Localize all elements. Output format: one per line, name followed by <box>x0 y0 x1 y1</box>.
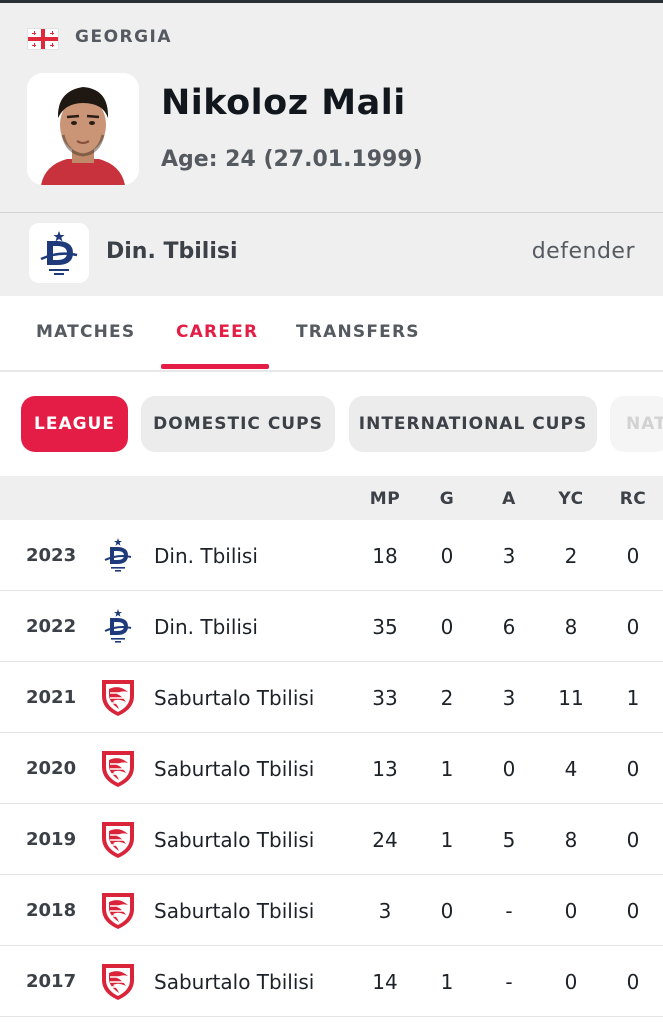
table-row[interactable]: 2020 Saburtalo Tbilisi 13 1 0 4 0 <box>0 733 663 804</box>
table-row[interactable]: 2017 Saburtalo Tbilisi 14 1 - 0 0 <box>0 946 663 1017</box>
cell-mp: 35 <box>372 615 398 639</box>
table-row[interactable]: 2019 Saburtalo Tbilisi 24 1 5 8 0 <box>0 804 663 875</box>
cell-g: 1 <box>440 970 454 994</box>
cell-a: - <box>505 970 513 994</box>
cell-a: 5 <box>502 828 516 852</box>
cell-club[interactable]: Saburtalo Tbilisi <box>154 970 314 994</box>
saburtalo-logo-icon <box>97 747 139 789</box>
cell-rc: 0 <box>626 828 640 852</box>
column-rc: RC <box>619 489 647 509</box>
filter-international-cups[interactable]: INTERNATIONAL CUPS <box>349 396 597 452</box>
filter-league[interactable]: LEAGUE <box>21 396 128 452</box>
tab-transfers[interactable]: TRANSFERS <box>296 322 420 342</box>
georgia-flag-icon <box>27 28 59 50</box>
cell-mp: 3 <box>378 899 392 923</box>
player-age: Age: 24 (27.01.1999) <box>161 147 423 172</box>
table-header: MP G A YC RC <box>0 476 663 520</box>
filter-domestic-cups[interactable]: DOMESTIC CUPS <box>141 396 335 452</box>
cell-yc: 0 <box>564 970 578 994</box>
tab-bar: MATCHES CAREER TRANSFERS <box>0 296 663 372</box>
cell-club[interactable]: Din. Tbilisi <box>154 615 258 639</box>
table-row[interactable]: 2022 Din. Tbilisi 35 0 6 8 0 <box>0 591 663 662</box>
dinamo-logo-icon <box>97 605 139 647</box>
table-row[interactable]: 2021 Saburtalo Tbilisi 33 2 3 11 1 <box>0 662 663 733</box>
cell-year: 2018 <box>26 900 77 921</box>
cell-club[interactable]: Din. Tbilisi <box>154 544 258 568</box>
cell-g: 0 <box>440 615 454 639</box>
saburtalo-logo-icon <box>97 818 139 860</box>
filter-national[interactable]: NAT <box>610 396 663 452</box>
cell-rc: 0 <box>626 757 640 781</box>
cell-g: 1 <box>440 757 454 781</box>
cell-club[interactable]: Saburtalo Tbilisi <box>154 828 314 852</box>
team-name[interactable]: Din. Tbilisi <box>106 239 238 264</box>
dinamo-logo-icon <box>29 223 89 283</box>
table-row[interactable]: 2023 Din. Tbilisi 18 0 3 2 0 <box>0 520 663 591</box>
cell-club[interactable]: Saburtalo Tbilisi <box>154 686 314 710</box>
cell-club[interactable]: Saburtalo Tbilisi <box>154 757 314 781</box>
competition-filter: LEAGUE DOMESTIC CUPS INTERNATIONAL CUPS … <box>0 374 663 476</box>
cell-club[interactable]: Saburtalo Tbilisi <box>154 899 314 923</box>
player-header: GEORGIA Nikoloz Mali Age: 24 (27.01.1999… <box>0 3 663 212</box>
column-g: G <box>439 489 455 509</box>
tab-matches[interactable]: MATCHES <box>36 322 135 342</box>
active-tab-indicator <box>161 364 269 369</box>
cell-mp: 24 <box>372 828 398 852</box>
cell-a: 6 <box>502 615 516 639</box>
cell-mp: 14 <box>372 970 398 994</box>
age-label: Age: <box>161 147 218 172</box>
cell-g: 1 <box>440 828 454 852</box>
saburtalo-logo-icon <box>97 676 139 718</box>
saburtalo-logo-icon <box>97 960 139 1002</box>
cell-mp: 33 <box>372 686 398 710</box>
saburtalo-logo-icon <box>97 889 139 931</box>
cell-rc: 0 <box>626 544 640 568</box>
cell-a: - <box>505 899 513 923</box>
cell-rc: 0 <box>626 970 640 994</box>
player-photo <box>27 73 139 185</box>
column-a: A <box>502 489 516 509</box>
cell-year: 2023 <box>26 545 77 566</box>
cell-yc: 8 <box>564 828 578 852</box>
cell-yc: 0 <box>564 899 578 923</box>
career-table: 2023 Din. Tbilisi 18 0 3 2 0 2022 Din. Tbilisi 35… <box>0 520 663 1017</box>
cell-a: 3 <box>502 544 516 568</box>
table-row[interactable]: 2018 Saburtalo Tbilisi 3 0 - 0 0 <box>0 875 663 946</box>
cell-yc: 4 <box>564 757 578 781</box>
column-yc: YC <box>558 489 584 509</box>
cell-rc: 0 <box>626 615 640 639</box>
cell-year: 2020 <box>26 758 77 779</box>
cell-a: 0 <box>502 757 516 781</box>
cell-a: 3 <box>502 686 516 710</box>
cell-yc: 11 <box>558 686 584 710</box>
country-label[interactable]: GEORGIA <box>75 27 172 47</box>
player-position: defender <box>531 239 635 264</box>
cell-g: 0 <box>440 899 454 923</box>
cell-rc: 0 <box>626 899 640 923</box>
cell-rc: 1 <box>626 686 640 710</box>
tab-career[interactable]: CAREER <box>176 322 258 342</box>
cell-year: 2022 <box>26 616 77 637</box>
dinamo-logo-icon <box>97 534 139 576</box>
cell-g: 2 <box>440 686 454 710</box>
current-team-row[interactable]: Din. Tbilisi defender <box>0 212 663 296</box>
cell-mp: 18 <box>372 544 398 568</box>
cell-yc: 8 <box>564 615 578 639</box>
age-value: 24 (27.01.1999) <box>225 147 423 172</box>
cell-year: 2019 <box>26 829 77 850</box>
cell-mp: 13 <box>372 757 398 781</box>
cell-year: 2017 <box>26 971 77 992</box>
player-name: Nikoloz Mali <box>161 83 406 123</box>
cell-yc: 2 <box>564 544 578 568</box>
column-mp: MP <box>369 489 401 509</box>
cell-year: 2021 <box>26 687 77 708</box>
cell-g: 0 <box>440 544 454 568</box>
